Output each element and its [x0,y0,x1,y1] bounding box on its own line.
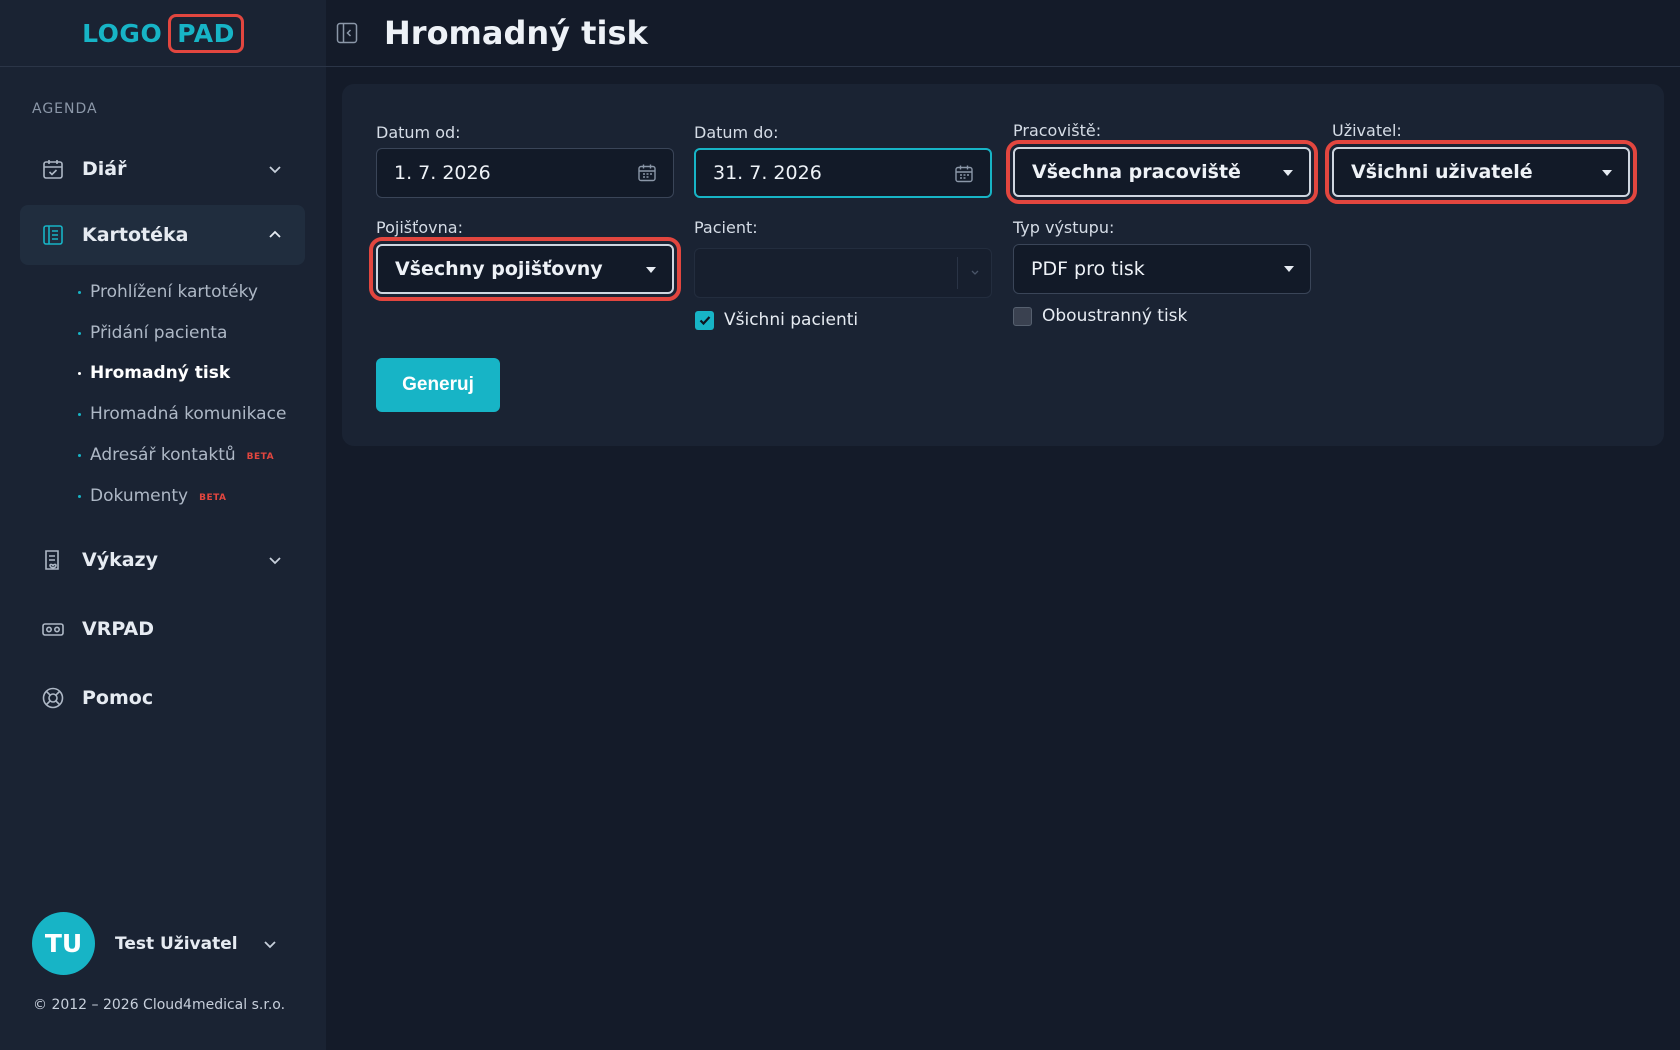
sidebar-subitem-label: Adresář kontaktů [90,445,236,465]
chevron-down-icon [269,166,281,174]
sidebar-subitem-pridani[interactable]: Přidání pacienta [78,323,227,343]
sidebar-item-pomoc[interactable]: Pomoc [20,668,305,728]
card-file-icon [40,222,66,248]
logo[interactable]: LOGO PAD [82,13,244,53]
duplex-checkbox[interactable]: Oboustranný tisk [1013,306,1187,326]
workplace-label: Pracoviště: [1013,121,1102,140]
insurance-value: Všechny pojišťovny [395,258,603,280]
section-label-agenda: AGENDA [32,101,98,117]
sidebar-subitem-hromadny-tisk[interactable]: Hromadný tisk [78,363,230,383]
sidebar-subitem-hromadna-komunikace[interactable]: Hromadná komunikace [78,404,286,424]
beta-badge: BETA [246,452,275,462]
sidebar-subitem-label: Hromadná komunikace [90,404,287,424]
user-select[interactable]: Všichni uživatelé [1325,140,1637,204]
generate-button[interactable]: Generuj [376,358,500,412]
sidebar-item-label: Diář [82,158,127,180]
workplace-select[interactable]: Všechna pracoviště [1006,140,1318,204]
calendar-icon[interactable] [637,163,657,183]
chevron-up-icon [269,230,281,238]
bullet-dot [78,453,81,457]
page-title: Hromadný tisk [384,14,648,52]
sidebar-item-label: VRPAD [82,618,154,640]
sidebar-subitem-dokumenty[interactable]: Dokumenty BETA [78,486,227,506]
sidebar-item-vrpad[interactable]: VRPAD [20,599,305,659]
copyright: © 2012 – 2026 Cloud4medical s.r.o. [33,997,286,1013]
bullet-dot [78,494,81,498]
calendar-icon[interactable] [954,164,974,184]
date-from-value: 1. 7. 2026 [394,162,491,184]
bullet-dot [78,371,81,375]
bullet-dot [78,331,81,335]
sidebar-subitem-label: Přidání pacienta [90,323,228,343]
logo-bar: LOGO PAD [0,0,326,67]
divider [957,257,958,289]
insurance-select[interactable]: Všechny pojišťovny [369,237,681,301]
sidebar-item-label: Pomoc [82,687,154,709]
all-patients-label: Všichni pacienti [724,310,859,330]
user-label: Uživatel: [1332,121,1402,140]
sidebar-collapse-icon[interactable] [336,22,358,44]
calendar-check-icon [40,156,66,182]
logo-badge: PAD [168,13,244,53]
caret-down-icon [646,267,656,273]
sidebar: LOGO PAD AGENDA Diář Kartotéka Prohlížen… [0,0,326,1050]
sidebar-item-kartoteka[interactable]: Kartotéka [20,205,305,265]
bullet-dot [78,290,81,294]
user-name: Test Uživatel [115,933,238,954]
beta-badge: BETA [199,493,227,503]
chevron-down-icon [264,941,276,949]
check-icon [699,316,710,326]
patient-select[interactable] [694,248,992,298]
checkbox-checked[interactable] [695,310,714,330]
checkbox-unchecked[interactable] [1013,306,1032,326]
date-to-input[interactable]: 31. 7. 2026 [694,148,992,198]
workplace-value: Všechna pracoviště [1032,161,1241,183]
date-from-input[interactable]: 1. 7. 2026 [376,148,674,198]
sidebar-subitem-label: Hromadný tisk [90,363,231,383]
sidebar-item-label: Výkazy [82,549,158,571]
caret-down-icon [1284,266,1294,272]
output-type-value: PDF pro tisk [1031,258,1145,280]
sidebar-subitem-label: Prohlížení kartotéky [90,282,258,302]
sidebar-item-diar[interactable]: Diář [20,139,305,199]
sidebar-item-vykazy[interactable]: Výkazy [20,530,305,590]
output-type-label: Typ výstupu: [1013,218,1115,237]
all-patients-checkbox[interactable]: Všichni pacienti [695,310,858,330]
header: Hromadný tisk [326,0,1680,67]
sidebar-subitem-label: Dokumenty [90,486,189,506]
report-icon [40,547,66,573]
caret-down-icon [1283,170,1293,176]
sidebar-subitem-adresar[interactable]: Adresář kontaktů BETA [78,445,274,465]
chevron-down-icon [971,270,979,275]
sidebar-subitem-prohlizeni[interactable]: Prohlížení kartotéky [78,282,258,302]
chevron-down-icon [269,557,281,565]
patient-label: Pacient: [694,218,758,237]
bullet-dot [78,412,81,416]
caret-down-icon [1602,170,1612,176]
avatar: TU [32,912,95,975]
sidebar-item-label: Kartotéka [82,224,189,246]
user-menu[interactable]: TU Test Uživatel [32,912,282,975]
date-to-label: Datum do: [694,123,779,142]
vr-headset-icon [40,616,66,642]
bulk-print-form: Datum od: 1. 7. 2026 Datum do: 31. 7. 20… [342,84,1664,446]
output-type-select[interactable]: PDF pro tisk [1013,244,1311,294]
date-from-label: Datum od: [376,123,461,142]
logo-text: LOGO [82,18,163,48]
insurance-label: Pojišťovna: [376,218,463,237]
duplex-label: Oboustranný tisk [1042,306,1188,326]
lifebuoy-icon [40,685,66,711]
user-value: Všichni uživatelé [1351,161,1533,183]
date-to-value: 31. 7. 2026 [713,162,822,184]
